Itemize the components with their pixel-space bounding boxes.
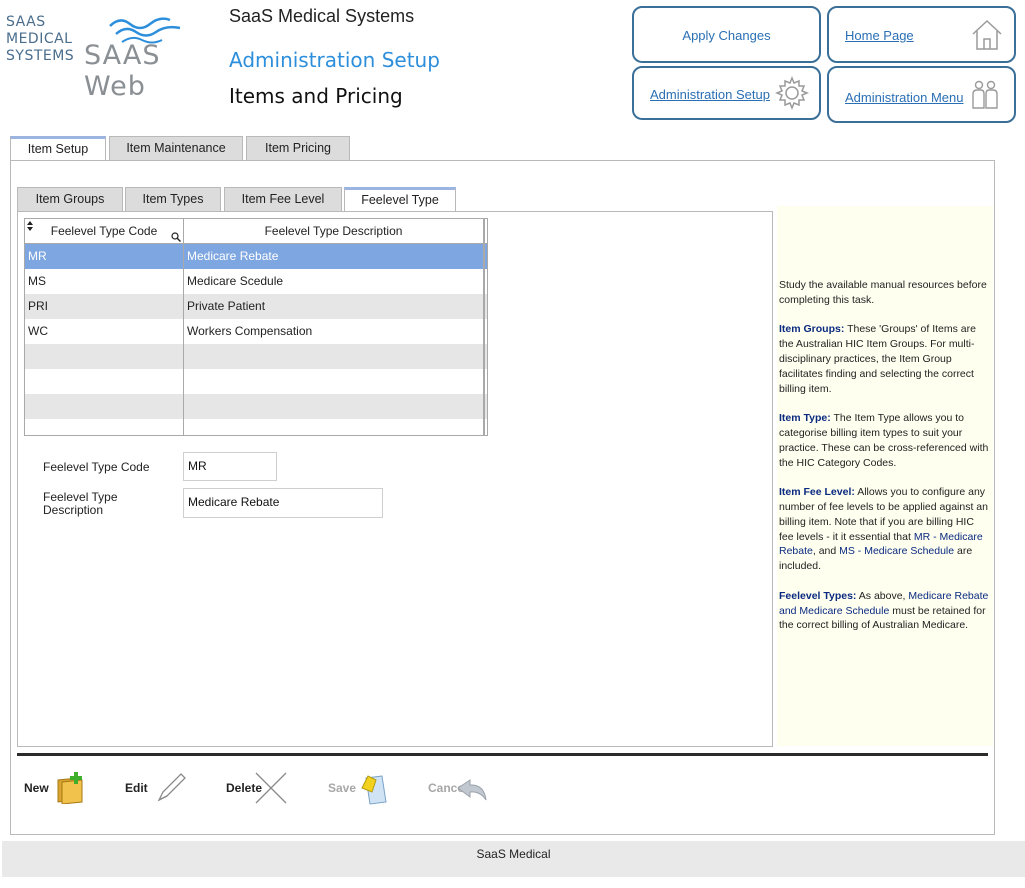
home-page-link[interactable]: Home Page: [845, 28, 914, 43]
administration-menu-link[interactable]: Administration Menu: [845, 90, 964, 105]
column-header-description[interactable]: Feelevel Type Description: [184, 219, 485, 244]
cell-code: [25, 344, 184, 369]
search-icon[interactable]: [171, 232, 181, 242]
save-paint-bucket-icon: [361, 775, 387, 805]
feelevel-type-code-label: Feelevel Type Code: [43, 460, 150, 474]
table-row[interactable]: [25, 344, 487, 369]
help-item-groups-title: Item Groups:: [779, 323, 845, 336]
sort-icon[interactable]: [27, 221, 33, 231]
logo-wordmark: SAAS Web: [84, 40, 161, 102]
cell-description: Medicare Scedule: [184, 269, 485, 294]
table-row[interactable]: [25, 394, 487, 419]
tab-item-types[interactable]: Item Types: [125, 187, 221, 211]
table-row[interactable]: MS Medicare Scedule: [25, 269, 487, 294]
cell-code: [25, 419, 184, 435]
users-icon: [972, 80, 998, 109]
saas-logo: SAAS MEDICAL SYSTEMS SAAS Web: [4, 4, 224, 102]
tab-item-setup[interactable]: Item Setup: [10, 136, 106, 161]
administration-menu-button[interactable]: Administration Menu: [827, 66, 1016, 123]
cell-code: [25, 369, 184, 394]
help-item-fee-level-title: Item Fee Level:: [779, 486, 855, 499]
help-intro: Study the available manual resources bef…: [779, 279, 987, 306]
column-header-code[interactable]: Feelevel Type Code: [25, 219, 184, 244]
footer: SaaS Medical: [2, 841, 1025, 877]
cell-code: MS: [25, 269, 184, 294]
cell-description: [184, 419, 485, 435]
cell-code: WC: [25, 319, 184, 344]
table-row[interactable]: MR Medicare Rebate: [25, 244, 487, 269]
tab-item-pricing[interactable]: Item Pricing: [246, 136, 350, 160]
help-item-fee-level: Item Fee Level: Allows you to configure …: [779, 485, 991, 574]
cell-description: [184, 344, 485, 369]
home-page-button[interactable]: Home Page: [827, 6, 1016, 63]
cell-code: [25, 394, 184, 419]
cell-description: [184, 369, 485, 394]
cell-description: Workers Compensation: [184, 319, 485, 344]
feelevel-type-description-label: Feelevel Type Description: [43, 490, 118, 517]
gear-icon: [775, 76, 809, 110]
table-row[interactable]: [25, 369, 487, 394]
cancel-button[interactable]: Cancel: [428, 768, 498, 808]
help-feelevel-types-title: Feelevel Types:: [779, 589, 857, 602]
help-feelevel-types: Feelevel Types: As above, Medicare Rebat…: [779, 589, 991, 633]
feelevel-type-code-field[interactable]: MR: [183, 452, 277, 481]
tab-item-maintenance[interactable]: Item Maintenance: [109, 136, 243, 160]
help-item-type-title: Item Type:: [779, 412, 831, 425]
new-button[interactable]: New: [24, 768, 94, 808]
save-label: Save: [328, 781, 357, 795]
administration-setup-button[interactable]: Administration Setup: [632, 66, 821, 120]
feelevel-type-grid: Feelevel Type Code Feelevel Type Descrip…: [24, 218, 488, 436]
toolbar-divider: [17, 753, 988, 756]
cell-code: MR: [25, 244, 184, 269]
delete-x-icon: [255, 772, 287, 804]
administration-setup-link[interactable]: Administration Setup: [650, 87, 770, 102]
help-panel: Study the available manual resources bef…: [777, 206, 993, 746]
tab-item-groups[interactable]: Item Groups: [17, 187, 123, 211]
help-item-groups: Item Groups: These 'Groups' of Items are…: [779, 322, 991, 396]
feelevel-type-description-field[interactable]: Medicare Rebate: [183, 488, 383, 518]
apply-changes-button[interactable]: Apply Changes: [632, 6, 821, 63]
apply-changes-label: Apply Changes: [682, 28, 771, 43]
table-row[interactable]: [25, 419, 487, 435]
save-button[interactable]: Save: [328, 768, 398, 808]
home-icon: [972, 19, 1002, 50]
table-row[interactable]: WC Workers Compensation: [25, 319, 487, 344]
new-folder-icon: [57, 772, 83, 804]
cell-code: PRI: [25, 294, 184, 319]
edit-label: Edit: [125, 781, 148, 795]
tab-item-fee-level[interactable]: Item Fee Level: [224, 187, 342, 211]
pencil-icon: [157, 773, 186, 802]
new-label: New: [24, 781, 49, 795]
cell-description: [184, 394, 485, 419]
help-types-text: As above,: [858, 589, 906, 602]
column-header-code-label: Feelevel Type Code: [50, 224, 158, 238]
cell-description: Private Patient: [184, 294, 485, 319]
help-fee-highlight: MS - Medicare Schedule: [839, 545, 955, 558]
edit-button[interactable]: Edit: [125, 768, 195, 808]
logo-text: SAAS MEDICAL SYSTEMS: [6, 14, 75, 64]
delete-button[interactable]: Delete: [226, 768, 296, 808]
undo-arrow-icon: [457, 779, 487, 801]
page-title: Items and Pricing: [229, 84, 403, 108]
section-title: Administration Setup: [229, 48, 440, 72]
help-fee-text: , and: [812, 545, 837, 558]
grid-header: Feelevel Type Code Feelevel Type Descrip…: [25, 219, 487, 244]
company-name: SaaS Medical Systems: [229, 6, 415, 26]
tab-feelevel-type[interactable]: Feelevel Type: [344, 187, 456, 212]
table-row[interactable]: PRI Private Patient: [25, 294, 487, 319]
cell-description: Medicare Rebate: [184, 244, 485, 269]
help-item-type: Item Type: The Item Type allows you to c…: [779, 411, 991, 470]
